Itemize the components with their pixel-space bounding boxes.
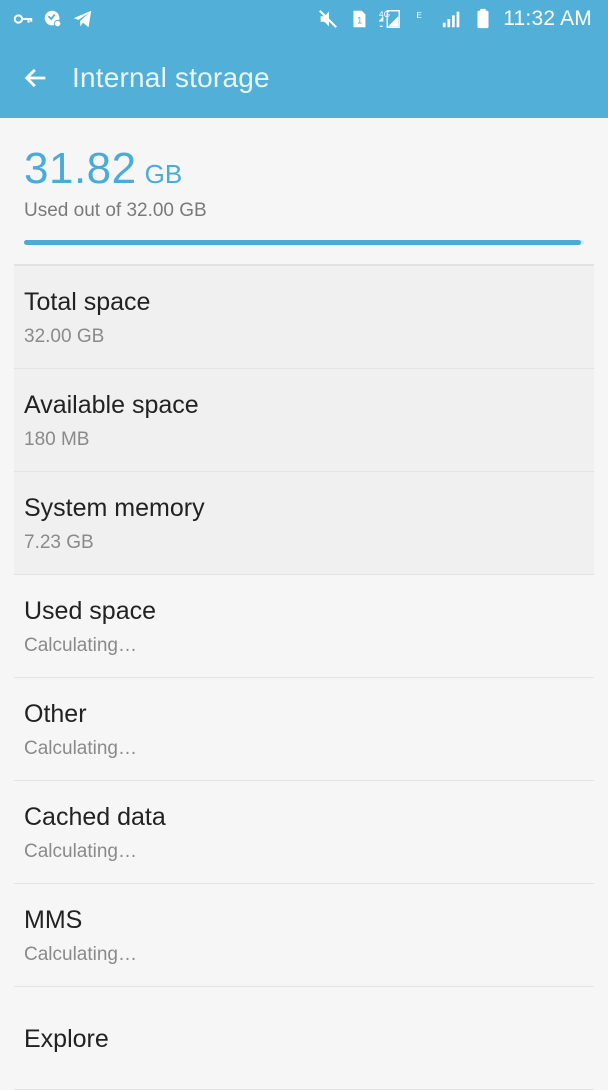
list-item-subtitle: Calculating…	[24, 738, 137, 759]
list-item-total-space[interactable]: Total space 32.00 GB	[14, 266, 594, 369]
list-item-explore[interactable]: Explore	[14, 987, 594, 1090]
used-storage-value: 31.82 GB	[24, 144, 182, 194]
list-item-title: Other	[24, 700, 87, 728]
list-item-title: Total space	[24, 288, 151, 316]
svg-text:1: 1	[357, 16, 362, 26]
page-title: Internal storage	[72, 62, 270, 93]
list-item-cached-data[interactable]: Cached data Calculating…	[14, 781, 594, 884]
list-item-title: Explore	[24, 1025, 109, 1053]
list-item-title: Used space	[24, 597, 157, 625]
svg-text:4G: 4G	[379, 10, 390, 19]
list-item-subtitle: 180 MB	[24, 429, 90, 450]
status-bar-right: 1 4G E 11:32 AM	[317, 6, 592, 32]
arrow-left-icon	[24, 68, 46, 88]
list-item-subtitle: 7.23 GB	[24, 532, 94, 553]
mute-icon	[317, 8, 339, 30]
list-item-subtitle: Calculating…	[24, 635, 137, 656]
list-item-title: Available space	[24, 391, 199, 419]
edge-icon: E	[410, 8, 432, 30]
storage-detail-list: Total space 32.00 GB Available space 180…	[0, 266, 608, 1090]
list-item-available-space[interactable]: Available space 180 MB	[14, 369, 594, 472]
svg-text:E: E	[417, 11, 423, 20]
used-storage-caption: Used out of 32.00 GB	[24, 200, 207, 221]
lte-signal-icon: 4G	[379, 8, 401, 30]
key-icon	[12, 8, 34, 30]
list-item-title: MMS	[24, 906, 83, 934]
toolbar: Internal storage	[0, 48, 608, 108]
used-storage-number: 31.82	[24, 144, 137, 193]
storage-summary: 31.82 GB Used out of 32.00 GB	[0, 118, 608, 266]
list-item-title: System memory	[24, 494, 205, 522]
list-item-system-memory[interactable]: System memory 7.23 GB	[14, 472, 594, 575]
storage-progress-fill	[24, 240, 581, 245]
list-item-subtitle: Calculating…	[24, 841, 137, 862]
sim-icon: 1	[348, 8, 370, 30]
app-bar: 1 4G E 11:32 AM Internal storage	[0, 0, 608, 118]
back-button[interactable]	[16, 60, 56, 96]
used-storage-unit: GB	[144, 159, 183, 189]
battery-icon	[472, 8, 494, 30]
list-item-used-space[interactable]: Used space Calculating…	[14, 575, 594, 678]
list-item-mms[interactable]: MMS Calculating…	[14, 884, 594, 987]
storage-progress-bar	[24, 240, 584, 245]
status-bar: 1 4G E 11:32 AM	[0, 0, 608, 38]
signal-icon	[441, 8, 463, 30]
status-bar-left	[12, 7, 94, 31]
shield-icon	[42, 8, 64, 30]
status-time: 11:32 AM	[503, 7, 592, 30]
list-item-other[interactable]: Other Calculating…	[14, 678, 594, 781]
list-item-subtitle: Calculating…	[24, 944, 137, 965]
telegram-icon	[72, 8, 94, 30]
list-item-title: Cached data	[24, 803, 166, 831]
list-item-subtitle: 32.00 GB	[24, 326, 105, 347]
